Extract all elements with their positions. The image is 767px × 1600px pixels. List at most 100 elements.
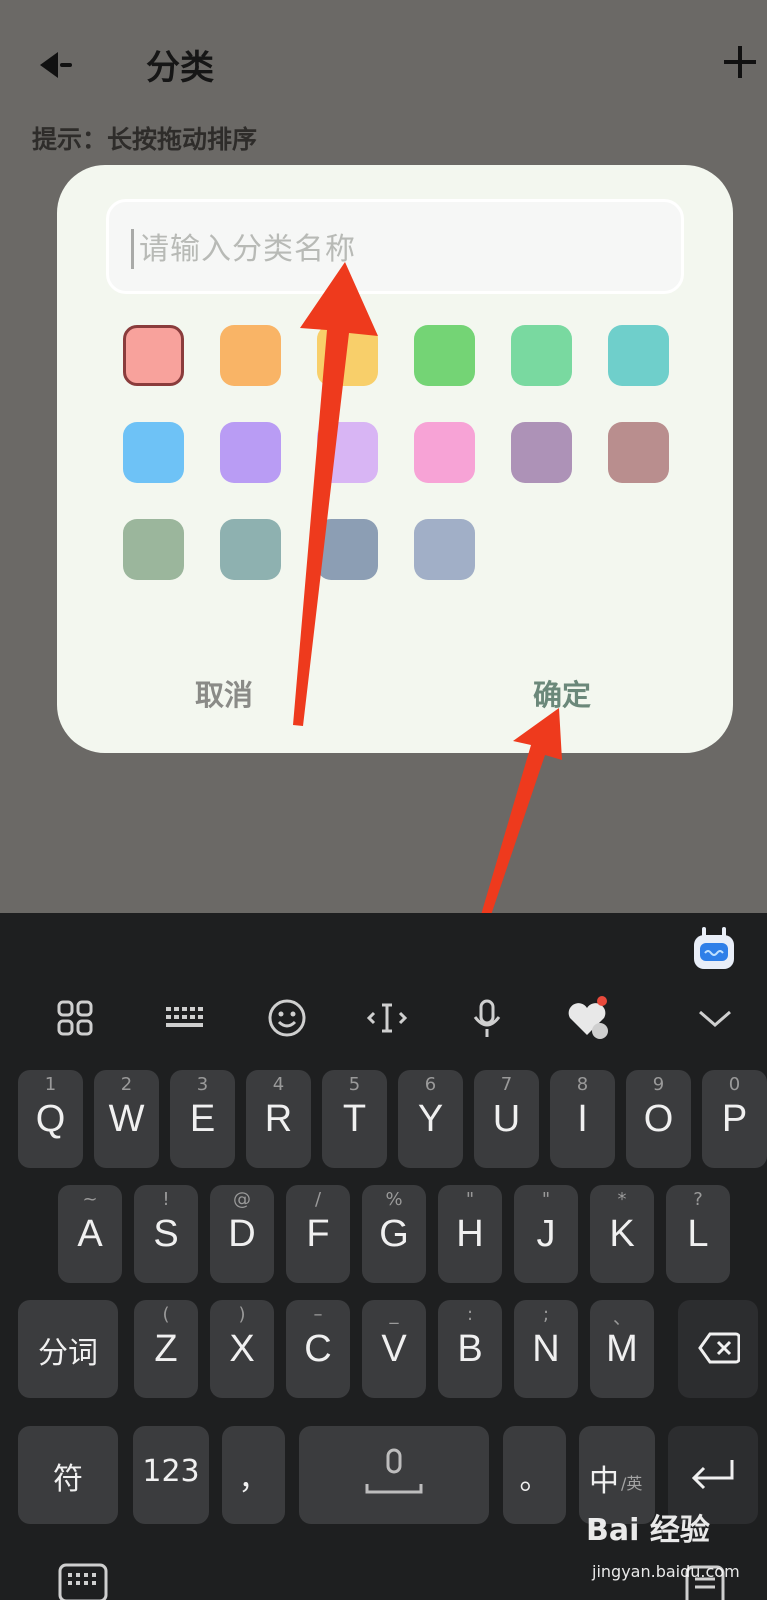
- key-label: U: [492, 1098, 521, 1140]
- apps-grid-icon[interactable]: [50, 993, 100, 1043]
- key-label: C: [304, 1328, 332, 1370]
- key-c[interactable]: – C: [286, 1300, 350, 1398]
- comma-key-label: ，: [238, 1462, 269, 1497]
- key-o[interactable]: 9O: [626, 1070, 691, 1168]
- assistant-robot-icon[interactable]: [690, 925, 738, 973]
- key-r[interactable]: 4R: [246, 1070, 311, 1168]
- key-hint: ): [238, 1304, 246, 1325]
- space-mic-icon: [365, 1448, 423, 1494]
- key-label: H: [456, 1213, 484, 1255]
- arrow-to-confirm: [478, 708, 562, 927]
- key-v[interactable]: _ V: [362, 1300, 426, 1398]
- keyboard-icon[interactable]: [160, 993, 210, 1043]
- symbols-key-label: 符: [53, 1462, 83, 1497]
- key-hint: 0: [728, 1074, 741, 1095]
- key-j[interactable]: " J: [514, 1185, 578, 1283]
- number-key[interactable]: 123: [133, 1426, 209, 1524]
- key-hint: 2: [120, 1074, 133, 1095]
- key-s[interactable]: ! S: [134, 1185, 198, 1283]
- collapse-chevron-icon[interactable]: [690, 993, 740, 1043]
- key-a[interactable]: ~ A: [58, 1185, 122, 1283]
- key-hint: %: [385, 1189, 403, 1210]
- key-hint: :: [466, 1304, 474, 1325]
- key-hint: 6: [424, 1074, 437, 1095]
- key-label: Q: [35, 1098, 66, 1140]
- arrow-to-input: [293, 262, 378, 726]
- key-w[interactable]: 2W: [94, 1070, 159, 1168]
- segment-key-label: 分词: [38, 1336, 98, 1371]
- key-t[interactable]: 5T: [322, 1070, 387, 1168]
- key-label: G: [379, 1213, 409, 1255]
- keyboard-switch-icon[interactable]: [58, 1563, 108, 1600]
- key-d[interactable]: @ D: [210, 1185, 274, 1283]
- key-label: I: [577, 1098, 588, 1140]
- cursor-move-icon[interactable]: [362, 993, 412, 1043]
- key-hint: 、: [613, 1308, 631, 1329]
- key-label: M: [606, 1328, 638, 1370]
- key-hint: (: [162, 1304, 170, 1325]
- key-label: D: [228, 1213, 256, 1255]
- microphone-icon[interactable]: [462, 993, 512, 1043]
- key-hint: 8: [576, 1074, 589, 1095]
- key-label: T: [342, 1098, 367, 1140]
- key-label: E: [189, 1098, 216, 1140]
- key-b[interactable]: :B: [438, 1300, 502, 1398]
- symbols-key[interactable]: 符: [18, 1426, 118, 1524]
- key-hint: 1: [44, 1074, 57, 1095]
- key-q[interactable]: 1Q: [18, 1070, 83, 1168]
- backspace-icon: [698, 1332, 740, 1364]
- key-label: K: [609, 1213, 635, 1255]
- emoji-icon[interactable]: [262, 993, 312, 1043]
- key-z[interactable]: (Z: [134, 1300, 198, 1398]
- key-label: S: [153, 1213, 179, 1255]
- key-n[interactable]: ; N: [514, 1300, 578, 1398]
- key-hint: ?: [693, 1189, 703, 1210]
- key-label: L: [687, 1213, 709, 1255]
- key-label: Y: [417, 1098, 444, 1140]
- segment-key[interactable]: 分词: [18, 1300, 118, 1398]
- period-key-label: 。: [519, 1462, 550, 1497]
- key-h[interactable]: " H: [438, 1185, 502, 1283]
- key-hint: ": [465, 1189, 475, 1210]
- screen: 分类 提示：长按拖动排序 请输入分类名称 取消 确定 1 Q 2 W 3 E 4…: [0, 0, 767, 1600]
- backspace-key[interactable]: [678, 1300, 758, 1398]
- key-label: A: [77, 1213, 103, 1255]
- key-u[interactable]: 7U: [474, 1070, 539, 1168]
- key-label: Z: [154, 1328, 178, 1370]
- key-g[interactable]: % G: [362, 1185, 426, 1283]
- heart-ad-icon[interactable]: [562, 993, 612, 1043]
- key-l[interactable]: ? L: [666, 1185, 730, 1283]
- key-hint: _: [389, 1304, 399, 1325]
- baidu-watermark-url: jingyan.baidu.com: [592, 1562, 740, 1581]
- comma-key[interactable]: ，: [222, 1426, 285, 1524]
- key-m[interactable]: 、 M: [590, 1300, 654, 1398]
- key-hint: 9: [652, 1074, 665, 1095]
- key-label: B: [457, 1328, 483, 1370]
- language-main-label: 中: [589, 1464, 619, 1499]
- language-sub-label: /英: [621, 1474, 643, 1493]
- key-label: O: [643, 1098, 674, 1140]
- key-f[interactable]: / F: [286, 1185, 350, 1283]
- key-k[interactable]: * K: [590, 1185, 654, 1283]
- key-hint: 5: [348, 1074, 361, 1095]
- key-hint: *: [617, 1189, 627, 1210]
- key-e[interactable]: 3E: [170, 1070, 235, 1168]
- key-p[interactable]: 0P: [702, 1070, 767, 1168]
- key-hint: 4: [272, 1074, 285, 1095]
- enter-icon: [691, 1460, 734, 1490]
- key-hint: @: [233, 1189, 251, 1210]
- key-label: F: [306, 1213, 330, 1255]
- soft-keyboard: 1Q2W3E4R5T6Y7U8I9O0P ~ A! S @ D / F% G " H " J * K? L …: [0, 913, 767, 1600]
- key-y[interactable]: 6Y: [398, 1070, 463, 1168]
- key-hint: 7: [500, 1074, 513, 1095]
- space-key[interactable]: [299, 1426, 489, 1524]
- key-label: V: [381, 1328, 407, 1370]
- key-x[interactable]: ) X: [210, 1300, 274, 1398]
- key-label: N: [532, 1328, 560, 1370]
- key-i[interactable]: 8I: [550, 1070, 615, 1168]
- period-key[interactable]: 。: [503, 1426, 566, 1524]
- baidu-watermark: Bai 经验: [586, 1513, 710, 1548]
- key-hint: ": [541, 1189, 551, 1210]
- key-hint: /: [314, 1189, 322, 1210]
- key-label: P: [721, 1098, 748, 1140]
